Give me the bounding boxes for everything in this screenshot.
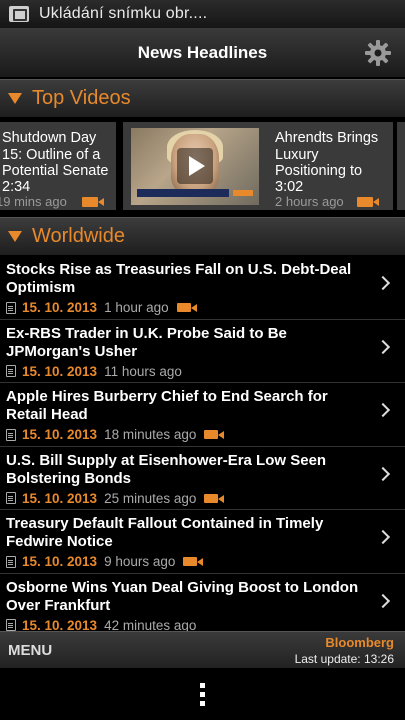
menu-button[interactable]: MENU: [8, 642, 52, 659]
document-icon: [6, 619, 16, 631]
list-item[interactable]: Ex-RBS Trader in U.K. Probe Said to Be J…: [0, 320, 405, 383]
video-title: Ahrendts Brings Luxury Positioning to: [275, 130, 379, 179]
headline: Ex-RBS Trader in U.K. Probe Said to Be J…: [6, 324, 287, 360]
headline: Stocks Rise as Treasuries Fall on U.S. D…: [6, 261, 352, 296]
video-camera-icon: [204, 430, 225, 439]
document-icon: [6, 301, 16, 314]
section-header-top-videos[interactable]: Top Videos: [0, 79, 405, 117]
video-age: 19 mins ago: [0, 194, 67, 209]
video-thumbnail: [131, 128, 259, 205]
age: 42 minutes ago: [104, 617, 197, 632]
age: 1 hour ago: [104, 300, 169, 315]
document-icon: [6, 555, 16, 568]
video-title: Shutdown Day 15: Outline of a Potential …: [2, 130, 109, 179]
brand-label: Bloomberg: [325, 635, 394, 650]
news-list[interactable]: Stocks Rise as Treasuries Fall on U.S. D…: [0, 256, 405, 631]
screenshot-notification-icon: [9, 6, 29, 22]
page-title: News Headlines: [137, 42, 268, 62]
age: 18 minutes ago: [104, 427, 197, 442]
collapse-triangle-icon: [8, 93, 22, 104]
list-item[interactable]: U.S. Bill Supply at Eisenhower-Era Low S…: [0, 447, 405, 510]
chevron-right-icon: [375, 339, 391, 354]
chevron-right-icon: [375, 402, 391, 418]
system-nav-bar: [0, 668, 405, 720]
last-update-label: Last update: 13:26: [294, 652, 394, 666]
list-item[interactable]: Stocks Rise as Treasuries Fall on U.S. D…: [0, 256, 405, 320]
chevron-right-icon: [375, 529, 391, 545]
date: 15. 10. 2013: [22, 490, 98, 506]
video-camera-icon: [204, 493, 225, 503]
document-icon: [6, 492, 16, 504]
date: 15. 10. 2013: [22, 427, 98, 442]
video-camera-icon: [183, 557, 204, 566]
video-card[interactable]: Ahrendts Brings Luxury Positioning to 3:…: [123, 122, 393, 210]
date: 15. 10. 2013: [22, 363, 98, 379]
play-icon: [177, 148, 213, 184]
age: 11 hours ago: [104, 363, 182, 379]
chevron-right-icon: [375, 275, 391, 291]
chevron-right-icon: [375, 593, 391, 608]
video-camera-icon: [357, 197, 379, 207]
document-icon: [6, 365, 16, 377]
collapse-triangle-icon: [8, 231, 22, 242]
video-age: 2 hours ago: [275, 194, 344, 209]
date: 15. 10. 2013: [22, 554, 98, 569]
video-camera-icon: [176, 303, 197, 312]
age: 9 hours ago: [104, 554, 176, 569]
notification-text: Ukládání snímku obr....: [39, 5, 208, 22]
video-camera-icon: [82, 197, 104, 207]
age: 25 minutes ago: [104, 490, 197, 506]
status-bar: Ukládání snímku obr....: [0, 0, 405, 28]
date: 15. 10. 2013: [22, 617, 98, 632]
section-title: Top Videos: [32, 87, 131, 109]
gear-icon[interactable]: [364, 39, 392, 67]
section-header-worldwide[interactable]: Worldwide: [0, 217, 405, 255]
video-card[interactable]: Shutdown Day 15: Outline of a Potential …: [0, 122, 116, 210]
headline: Treasury Default Fallout Contained in Ti…: [6, 515, 324, 550]
date: 15. 10. 2013: [22, 300, 98, 315]
document-icon: [6, 428, 16, 441]
headline: U.S. Bill Supply at Eisenhower-Era Low S…: [6, 451, 327, 487]
video-card[interactable]: [397, 122, 405, 210]
headline: Osborne Wins Yuan Deal Giving Boost to L…: [6, 578, 359, 614]
list-item[interactable]: Apple Hires Burberry Chief to End Search…: [0, 383, 405, 447]
overflow-menu-icon[interactable]: [200, 683, 205, 706]
headline: Apple Hires Burberry Chief to End Search…: [6, 388, 328, 423]
section-title: Worldwide: [32, 225, 125, 247]
app-footer: MENU Bloomberg Last update: 13:26: [0, 631, 405, 668]
list-item[interactable]: Osborne Wins Yuan Deal Giving Boost to L…: [0, 574, 405, 632]
list-item[interactable]: Treasury Default Fallout Contained in Ti…: [0, 510, 405, 574]
app-header: News Headlines: [0, 28, 405, 78]
video-carousel[interactable]: Shutdown Day 15: Outline of a Potential …: [0, 118, 405, 216]
chevron-right-icon: [375, 466, 391, 481]
